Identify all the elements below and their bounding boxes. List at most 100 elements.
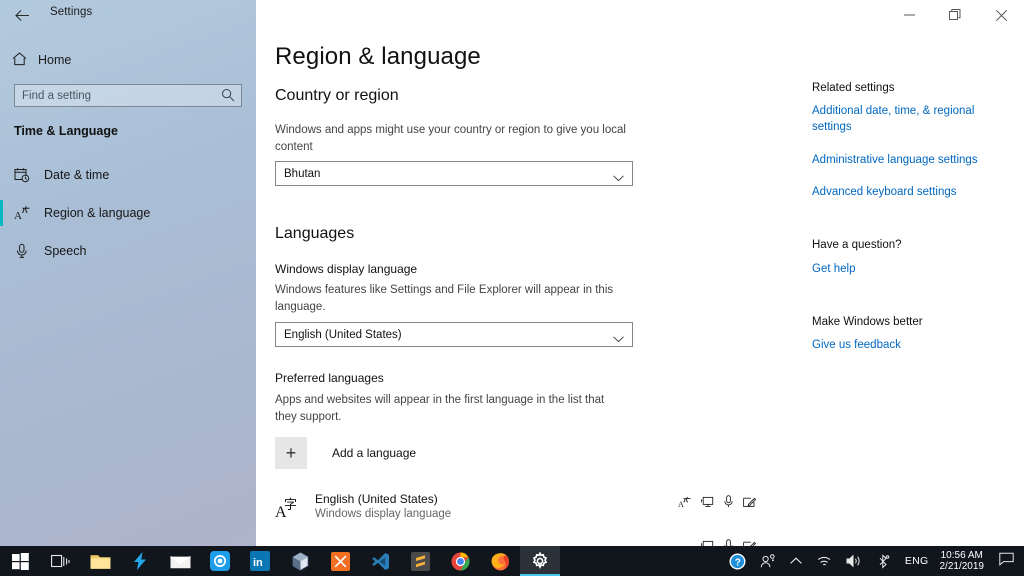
sidebar-titlebar: Settings bbox=[0, 0, 256, 30]
search-box[interactable] bbox=[14, 84, 242, 107]
settings-button[interactable] bbox=[520, 546, 560, 576]
svg-text:A: A bbox=[14, 210, 22, 221]
sidebar-section-title: Time & Language bbox=[14, 124, 118, 138]
language-sublabel: Windows display language bbox=[315, 508, 452, 520]
main-content: Region & language Country or region Wind… bbox=[256, 30, 786, 546]
search-icon bbox=[221, 88, 235, 102]
preferred-languages-label: Preferred languages bbox=[275, 371, 384, 385]
linkedin-button[interactable]: in bbox=[240, 546, 280, 576]
window-body: Settings Home Find a setting Time & Lang… bbox=[0, 0, 1024, 546]
mail-button[interactable] bbox=[160, 546, 200, 576]
display-language-description: Windows features like Settings and File … bbox=[275, 284, 614, 313]
link-advanced-keyboard[interactable]: Advanced keyboard settings bbox=[812, 185, 1002, 201]
country-dropdown[interactable]: Bhutan bbox=[275, 161, 633, 186]
link-additional-date-time-regional[interactable]: Additional date, time, & regional settin… bbox=[812, 104, 1002, 135]
related-settings-panel: Related settings Additional date, time, … bbox=[800, 30, 1024, 546]
sublime-icon bbox=[410, 551, 430, 571]
svg-text:?: ? bbox=[735, 557, 741, 568]
virtualbox-button[interactable] bbox=[280, 546, 320, 576]
app-title: Settings bbox=[50, 6, 93, 18]
sidebar-item-label: Date & time bbox=[44, 168, 110, 182]
language-feature-icons bbox=[701, 539, 757, 546]
bluetooth-icon[interactable] bbox=[869, 546, 897, 576]
speech-icon bbox=[724, 539, 733, 546]
circle-sync-icon bbox=[210, 551, 230, 571]
wifi-icon[interactable] bbox=[809, 546, 839, 576]
sidebar-item-speech[interactable]: Speech bbox=[0, 232, 256, 270]
chrome-button[interactable] bbox=[440, 546, 480, 576]
search-container bbox=[14, 84, 242, 107]
related-settings-heading: Related settings bbox=[812, 82, 895, 94]
sync-app-button[interactable] bbox=[200, 546, 240, 576]
svg-text:A: A bbox=[678, 500, 684, 508]
clock-date: 2/21/2019 bbox=[939, 561, 985, 572]
clock-time: 10:56 AM bbox=[940, 549, 983, 561]
plus-icon: + bbox=[275, 437, 307, 469]
notification-icon[interactable] bbox=[993, 552, 1024, 571]
link-give-us-feedback[interactable]: Give us feedback bbox=[812, 338, 1002, 354]
languages-heading: Languages bbox=[275, 225, 355, 242]
list-item-text: English (United States) Windows display … bbox=[315, 492, 451, 522]
sidebar-item-date-time[interactable]: Date & time bbox=[0, 156, 256, 194]
search-input[interactable] bbox=[22, 85, 218, 106]
taskbar: in ? ENG 10:56 AM 2/21/2019 bbox=[0, 546, 1024, 576]
microphone-icon bbox=[14, 243, 44, 259]
link-administrative-language[interactable]: Administrative language settings bbox=[812, 153, 1002, 169]
language-icon: A bbox=[14, 205, 44, 221]
handwriting-icon bbox=[743, 539, 757, 546]
vscode-button[interactable] bbox=[360, 546, 400, 576]
list-item[interactable]: A 字 English (United States) Windows disp… bbox=[275, 485, 765, 529]
minimize-button[interactable] bbox=[886, 0, 932, 30]
clock[interactable]: 10:56 AM 2/21/2019 bbox=[937, 550, 994, 573]
language-pack-icon: A bbox=[678, 495, 691, 513]
chevron-up-icon[interactable] bbox=[783, 546, 809, 576]
language-feature-icons: A bbox=[678, 495, 757, 513]
taskbar-apps: in bbox=[0, 546, 560, 576]
calendar-clock-icon bbox=[14, 167, 44, 183]
make-windows-better-heading: Make Windows better bbox=[812, 316, 923, 328]
language-glyph-icon: A 字 bbox=[275, 495, 311, 519]
country-selected-value: Bhutan bbox=[284, 167, 321, 180]
country-heading: Country or region bbox=[275, 87, 399, 104]
link-get-help[interactable]: Get help bbox=[812, 262, 1002, 278]
task-view-button[interactable] bbox=[40, 546, 80, 576]
speaker-icon[interactable] bbox=[839, 546, 869, 576]
have-a-question-heading: Have a question? bbox=[812, 239, 902, 251]
start-button[interactable] bbox=[0, 546, 40, 576]
file-explorer-button[interactable] bbox=[80, 546, 120, 576]
settings-window: Settings Home Find a setting Time & Lang… bbox=[0, 0, 1024, 576]
navigation-sidebar: Settings Home Find a setting Time & Lang… bbox=[0, 0, 256, 546]
input-language-indicator[interactable]: ENG bbox=[897, 555, 937, 567]
home-icon bbox=[0, 52, 38, 68]
sidebar-item-home[interactable]: Home bbox=[0, 45, 256, 75]
close-button[interactable] bbox=[978, 0, 1024, 30]
sublime-button[interactable] bbox=[400, 546, 440, 576]
list-item[interactable]: A 字 English (United Kingdom) bbox=[275, 535, 765, 546]
display-language-label: Windows display language bbox=[275, 262, 418, 276]
help-circle-icon[interactable]: ? bbox=[722, 546, 753, 576]
sidebar-item-region-language[interactable]: A Region & language bbox=[0, 194, 256, 232]
sidebar-nav: Date & time A Region & language Speech bbox=[0, 156, 256, 270]
svg-text:字: 字 bbox=[284, 498, 297, 513]
xampp-button[interactable] bbox=[320, 546, 360, 576]
chevron-down-icon bbox=[613, 169, 624, 187]
lightning-app-button[interactable] bbox=[120, 546, 160, 576]
back-arrow-icon[interactable] bbox=[9, 2, 35, 28]
chevron-down-icon bbox=[613, 330, 624, 348]
add-language-label: Add a language bbox=[332, 446, 417, 460]
xampp-icon bbox=[330, 551, 350, 571]
add-language-button[interactable]: + Add a language bbox=[275, 436, 416, 470]
preferred-languages-description: Apps and websites will appear in the fir… bbox=[275, 394, 605, 423]
display-icon bbox=[701, 539, 714, 546]
people-icon[interactable] bbox=[753, 546, 783, 576]
display-language-selected-value: English (United States) bbox=[284, 328, 402, 341]
firefox-button[interactable] bbox=[480, 546, 520, 576]
maximize-button[interactable] bbox=[932, 0, 978, 30]
linkedin-icon: in bbox=[250, 551, 270, 571]
display-language-dropdown[interactable]: English (United States) bbox=[275, 322, 633, 347]
display-icon bbox=[701, 495, 714, 513]
country-description: Windows and apps might use your country … bbox=[275, 124, 626, 153]
window-titlebar bbox=[256, 0, 1024, 30]
handwriting-icon bbox=[743, 495, 757, 513]
selection-indicator bbox=[0, 200, 3, 226]
